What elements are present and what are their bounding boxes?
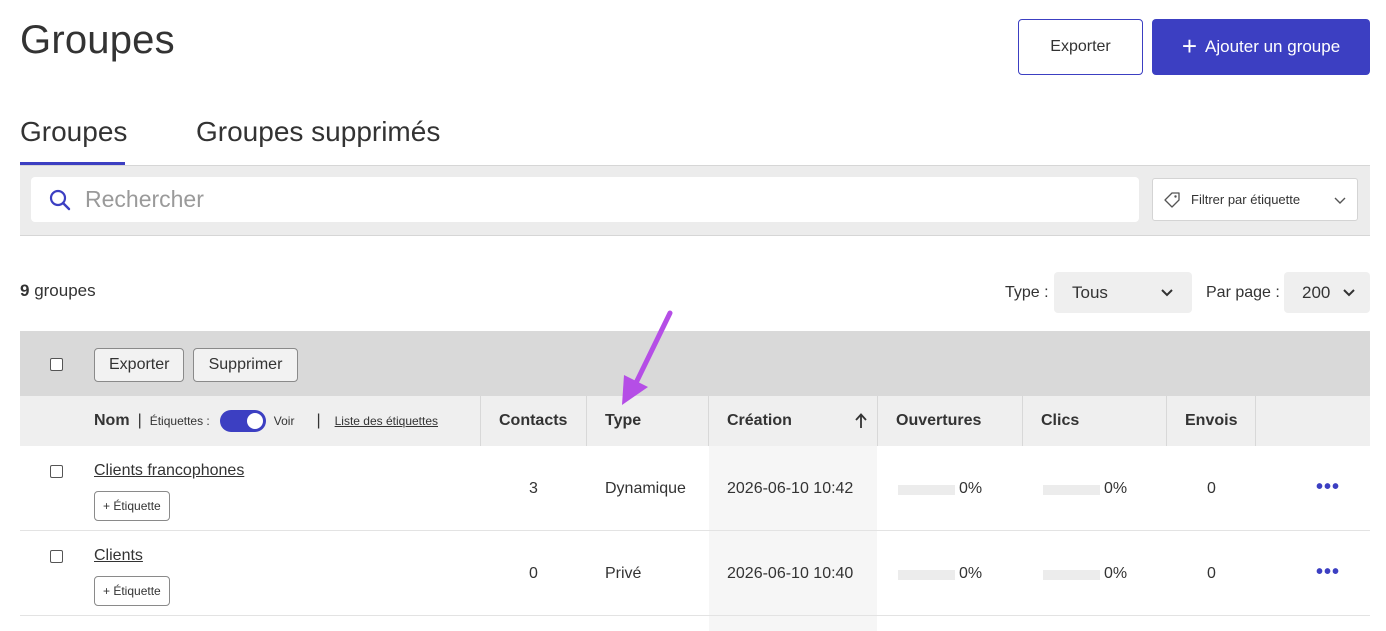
per-page-select[interactable]: 200 <box>1284 272 1370 313</box>
bulk-delete-button[interactable]: Supprimer <box>193 348 298 382</box>
creation-date: 2026-06-10 10:40 <box>727 565 854 582</box>
tab-groupes-supprimes[interactable]: Groupes supprimés <box>196 110 440 165</box>
column-opens[interactable]: Ouvertures <box>896 396 981 446</box>
tag-icon <box>1164 191 1180 208</box>
table-row: Clients francophones + Étiquette 3 Dynam… <box>20 446 1370 531</box>
creation-date: 2026-06-10 10:42 <box>727 480 854 497</box>
type-filter-label: Type : <box>1005 284 1049 301</box>
table-row: Clients + Étiquette 0 Privé 2026-06-10 1… <box>20 531 1370 616</box>
more-options-icon[interactable]: ••• <box>1316 476 1340 499</box>
column-name: Nom | Étiquettes : Voir | Liste des étiq… <box>94 396 438 446</box>
add-group-button[interactable]: + Ajouter un groupe <box>1152 19 1370 75</box>
column-clicks[interactable]: Clics <box>1041 396 1079 446</box>
opens-percent: 0% <box>959 565 983 582</box>
column-divider <box>1022 396 1023 446</box>
add-tag-button[interactable]: + Étiquette <box>94 576 170 606</box>
chevron-down-icon <box>1161 289 1173 297</box>
column-divider <box>1255 396 1256 446</box>
plus-icon: + <box>1181 30 1198 61</box>
column-type[interactable]: Type <box>605 396 641 446</box>
type-filter-select[interactable]: Tous <box>1054 272 1192 313</box>
more-options-icon[interactable]: ••• <box>1316 561 1340 584</box>
column-divider <box>708 396 709 446</box>
clicks-bar <box>1043 485 1100 495</box>
tab-groupes[interactable]: Groupes <box>20 110 127 165</box>
clicks-percent: 0% <box>1104 565 1128 582</box>
group-count: 9 groupes <box>20 281 96 301</box>
opens-bar <box>898 485 955 495</box>
search-input[interactable] <box>85 186 985 213</box>
toggle-label: Voir <box>273 414 295 428</box>
clicks-bar <box>1043 570 1100 580</box>
separator: | <box>316 412 321 429</box>
type-filter-value: Tous <box>1072 282 1108 302</box>
show-tags-toggle[interactable] <box>219 410 266 432</box>
group-count-suffix: groupes <box>29 281 96 300</box>
sends-count: 0 <box>1207 565 1216 582</box>
tabs: Groupes Groupes supprimés <box>20 110 1370 166</box>
bulk-export-button[interactable]: Exporter <box>94 348 184 382</box>
chevron-down-icon <box>1343 289 1355 297</box>
column-divider <box>586 396 587 446</box>
search-icon <box>49 189 71 210</box>
group-type: Dynamique <box>605 480 686 497</box>
column-divider <box>877 396 878 446</box>
contacts-count: 0 <box>529 565 538 582</box>
tags-label: Étiquettes : <box>149 414 210 428</box>
sort-ascending-icon[interactable] <box>854 412 868 430</box>
opens-percent: 0% <box>959 480 983 497</box>
table-header: Nom | Étiquettes : Voir | Liste des étiq… <box>20 396 1370 446</box>
column-sends[interactable]: Envois <box>1185 396 1237 446</box>
toggle-knob <box>246 413 263 429</box>
row-checkbox[interactable] <box>50 550 63 563</box>
add-group-label: Ajouter un groupe <box>1205 37 1341 56</box>
filter-bar: Filtrer par étiquette <box>20 165 1370 236</box>
group-name-link[interactable]: Clients <box>94 547 143 565</box>
separator: | <box>137 412 142 429</box>
group-type: Privé <box>605 565 642 582</box>
tag-filter-label: Filtrer par étiquette <box>1191 192 1301 207</box>
clicks-percent: 0% <box>1104 480 1128 497</box>
tag-filter-dropdown[interactable]: Filtrer par étiquette <box>1152 178 1358 221</box>
chevron-down-icon <box>1334 197 1346 204</box>
row-checkbox[interactable] <box>50 465 63 478</box>
sends-count: 0 <box>1207 480 1216 497</box>
column-contacts[interactable]: Contacts <box>499 396 567 446</box>
page-title: Groupes <box>20 18 175 62</box>
tags-list-link[interactable]: Liste des étiquettes <box>335 414 438 428</box>
column-creation[interactable]: Création <box>727 396 792 446</box>
per-page-label: Par page : <box>1206 284 1280 301</box>
column-name-label[interactable]: Nom <box>94 412 130 430</box>
contacts-count: 3 <box>529 480 538 497</box>
export-button[interactable]: Exporter <box>1018 19 1143 75</box>
select-all-checkbox[interactable] <box>50 358 63 371</box>
per-page-value: 200 <box>1302 282 1331 302</box>
search-box[interactable] <box>31 177 1139 222</box>
add-tag-button[interactable]: + Étiquette <box>94 491 170 521</box>
bulk-actions-bar: Exporter Supprimer <box>20 331 1370 396</box>
opens-bar <box>898 570 955 580</box>
column-divider <box>1166 396 1167 446</box>
column-divider <box>480 396 481 446</box>
group-name-link[interactable]: Clients francophones <box>94 462 244 480</box>
